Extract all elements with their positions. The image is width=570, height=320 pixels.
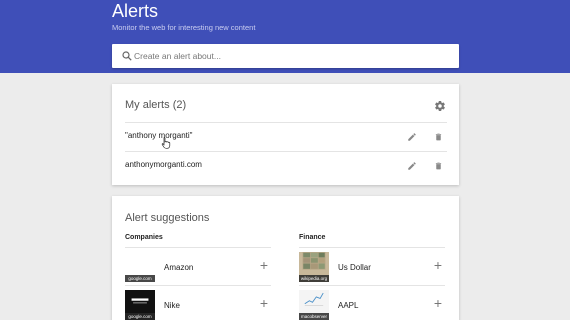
amazon-thumbnail: google.com [125,252,155,282]
search-icon [122,51,132,61]
companies-header: Companies [125,234,163,241]
thumbnail-source: wikipedia.org [299,275,329,282]
suggestion-row-us-dollar[interactable]: wikipedia.org Us Dollar + [299,247,445,285]
suggestion-row-aapl[interactable]: macobserver AAPL + [299,285,445,320]
pencil-icon[interactable] [407,161,417,171]
suggestion-name: Us Dollar [338,263,371,272]
my-alerts-title-text: My alerts [125,99,170,111]
alert-label[interactable]: anthonymorganti.com [125,160,202,169]
stock-chart-image [304,292,324,306]
alert-row[interactable]: anthonymorganti.com [125,151,447,180]
search-box[interactable] [112,44,459,68]
alert-suggestions-card: Alert suggestions Companies Finance goog… [112,196,459,320]
page-subtitle: Monitor the web for interesting new cont… [112,23,256,32]
alert-row[interactable]: "anthony morganti" [125,122,447,151]
thumbnail-source: macobserver [299,313,329,320]
search-input[interactable] [134,48,449,64]
page-title: Alerts [112,1,159,21]
suggestion-row-nike[interactable]: google.com Nike + [125,285,271,320]
thumbnail-source: google.com [125,313,155,320]
alert-suggestions-title: Alert suggestions [125,212,210,224]
dollar-bills-image [302,252,326,270]
my-alerts-title: My alerts (2) [125,99,186,111]
us-dollar-thumbnail: wikipedia.org [299,252,329,282]
thumbnail-source: google.com [125,275,155,282]
pencil-icon[interactable] [407,132,417,142]
nike-logo-image [131,298,149,304]
my-alerts-count: (2) [172,99,187,111]
hand-cursor-icon [161,137,171,149]
my-alerts-card: My alerts (2) "anthony morganti" anthony… [112,84,459,185]
suggestion-name: AAPL [338,301,359,310]
trash-icon[interactable] [434,161,443,171]
trash-icon[interactable] [434,132,443,142]
nike-thumbnail: google.com [125,290,155,320]
gear-icon[interactable] [434,100,446,112]
add-icon[interactable]: + [432,258,444,272]
alert-label[interactable]: "anthony morganti" [125,131,193,140]
add-icon[interactable]: + [258,296,270,310]
add-icon[interactable]: + [258,258,270,272]
finance-header: Finance [299,234,326,241]
suggestion-row-amazon[interactable]: google.com Amazon + [125,247,271,285]
suggestion-name: Nike [164,301,181,310]
suggestion-name: Amazon [164,263,194,272]
add-icon[interactable]: + [432,296,444,310]
aapl-thumbnail: macobserver [299,290,329,320]
